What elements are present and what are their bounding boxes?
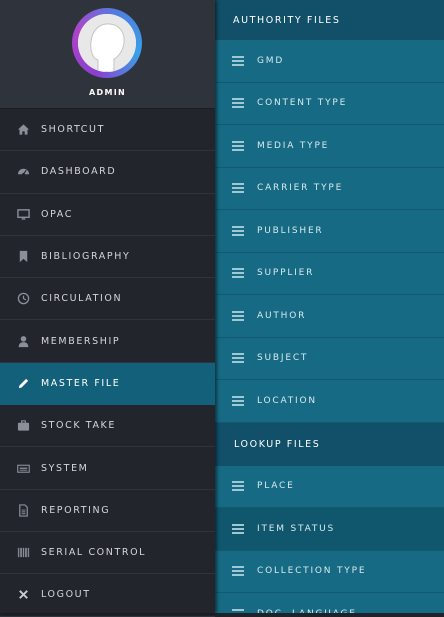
menu-item-label: SERIAL CONTROL [41,547,147,559]
monitor-icon [16,207,30,221]
menu-item-system[interactable]: SYSTEM [0,447,215,490]
user-icon [16,334,30,348]
master-file-submenu: AUTHORITY FILES GMD CONTENT TYPE MEDIA TYP… [215,0,444,613]
hamburger-icon [232,96,244,110]
submenu-item-item-status[interactable]: ITEM STATUS [215,508,444,551]
menu-item-label: DASHBOARD [41,166,117,178]
menu-item-circulation[interactable]: CIRCULATION [0,278,215,321]
clock-icon [16,292,30,306]
menu-item-bibliography[interactable]: BIBLIOGRAPHY [0,236,215,279]
menu-item-label: SHORTCUT [41,124,105,136]
submenu-item-place[interactable]: PLACE [215,466,444,508]
hamburger-icon [232,181,244,195]
menu-item-opac[interactable]: OPAC [0,194,215,236]
submenu-item-author[interactable]: AUTHOR [215,295,444,338]
menu-item-label: MASTER FILE [41,377,121,389]
submenu-item-collection-type[interactable]: COLLECTION TYPE [215,551,444,593]
pencil-icon [16,376,30,390]
menu-item-master-file[interactable]: MASTER FILE [0,362,215,406]
submenu-item-label: PUBLISHER [257,225,324,236]
submenu-item-label: CONTENT TYPE [257,98,348,109]
submenu-item-label: SUBJECT [257,353,309,364]
submenu-item-label: LOCATION [257,395,317,406]
submenu-item-supplier[interactable]: SUPPLIER [215,253,444,295]
lookup-files-list: PLACE ITEM STATUS COLLECTION TYPE DOC. LANG… [215,466,444,613]
profile-name: ADMIN [89,88,126,97]
submenu-item-label: DOC. LANGUAGE [257,609,357,613]
hamburger-icon [232,564,244,578]
briefcase-icon [16,419,30,433]
submenu-item-gmd[interactable]: GMD [215,40,444,83]
submenu-item-label: COLLECTION TYPE [257,566,367,577]
submenu-item-label: ITEM STATUS [257,523,336,534]
submenu-item-doc-language[interactable]: DOC. LANGUAGE [215,593,444,613]
bookmark-icon [16,250,30,264]
submenu-item-publisher[interactable]: PUBLISHER [215,210,444,253]
submenu-item-label: AUTHOR [257,310,307,321]
menu-item-dashboard[interactable]: DASHBOARD [0,151,215,194]
avatar[interactable] [72,8,142,78]
submenu-item-media-type[interactable]: MEDIA TYPE [215,125,444,168]
user-profile: ADMIN [0,0,215,109]
menu-item-label: MEMBERSHIP [41,335,121,347]
hamburger-icon [232,607,244,613]
hamburger-icon [232,224,244,238]
dashboard-icon [16,165,30,179]
main-menu: SHORTCUT DASHBOARD OPAC BIBLIOGRAPHY CIRCULA… [0,109,215,617]
hamburger-icon [232,139,244,153]
sidebar: ADMIN SHORTCUT DASHBOARD OPAC BIBLIOGRAPHY C… [0,0,215,617]
close-icon [16,588,30,602]
hamburger-icon [232,479,244,493]
barcode-icon [16,546,30,560]
avatar-silhouette-icon [78,14,136,72]
menu-item-label: SYSTEM [41,462,89,474]
menu-item-shortcut[interactable]: SHORTCUT [0,109,215,152]
hamburger-icon [232,394,244,408]
hamburger-icon [232,522,244,536]
submenu-item-content-type[interactable]: CONTENT TYPE [215,83,444,125]
hamburger-icon [232,266,244,280]
keyboard-icon [16,461,30,475]
menu-item-stock-take[interactable]: STOCK TAKE [0,405,215,448]
submenu-item-label: SUPPLIER [257,268,315,279]
menu-item-membership[interactable]: MEMBERSHIP [0,320,215,363]
submenu-item-label: GMD [257,55,285,66]
menu-item-label: REPORTING [41,504,111,516]
hamburger-icon [232,309,244,323]
section-header-authority-files: AUTHORITY FILES [215,0,444,40]
menu-item-logout[interactable]: LOGOUT [0,574,215,617]
hamburger-icon [232,351,244,365]
section-header-lookup-files: LOOKUP FILES [215,422,444,466]
authority-files-list: GMD CONTENT TYPE MEDIA TYPE CARRIER TYPE PUB… [215,40,444,423]
submenu-item-label: PLACE [257,481,295,492]
menu-item-serial-control[interactable]: SERIAL CONTROL [0,532,215,575]
menu-item-label: LOGOUT [41,589,91,601]
submenu-item-location[interactable]: LOCATION [215,380,444,423]
submenu-item-label: MEDIA TYPE [257,140,330,151]
submenu-item-carrier-type[interactable]: CARRIER TYPE [215,168,444,210]
submenu-item-subject[interactable]: SUBJECT [215,338,444,380]
menu-item-label: STOCK TAKE [41,420,116,432]
menu-item-label: CIRCULATION [41,293,123,305]
menu-item-label: OPAC [41,208,73,220]
menu-item-label: BIBLIOGRAPHY [41,251,131,263]
hamburger-icon [232,54,244,68]
submenu-item-label: CARRIER TYPE [257,183,344,194]
file-icon [16,503,30,517]
menu-item-reporting[interactable]: REPORTING [0,490,215,532]
home-icon [16,123,30,137]
